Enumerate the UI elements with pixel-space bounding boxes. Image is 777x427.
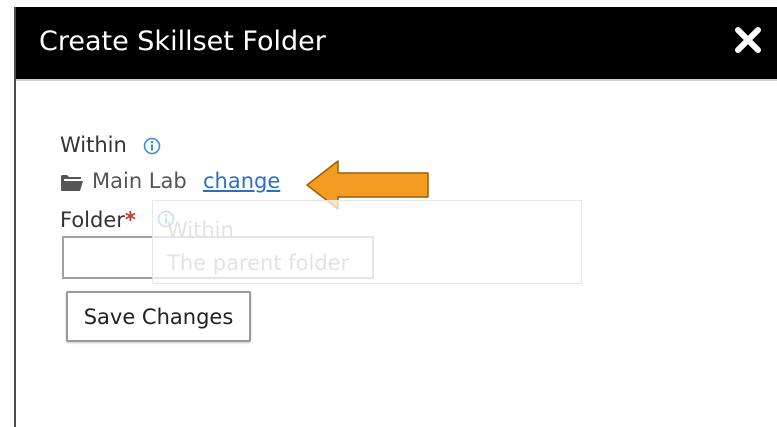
dialog-title-bar: Create Skillset Folder [16, 7, 777, 79]
title-divider [16, 79, 777, 81]
info-icon[interactable] [143, 137, 161, 155]
tooltip-body: The parent folder [167, 251, 350, 275]
folder-open-icon [61, 175, 83, 191]
close-icon[interactable] [731, 23, 765, 57]
create-skillset-folder-dialog: Create Skillset Folder Within Main Lab c… [14, 7, 777, 427]
change-folder-link[interactable]: change [203, 167, 280, 195]
folder-label: Folder* [60, 206, 136, 234]
within-label: Within [60, 133, 127, 157]
folder-label-text: Folder [60, 208, 125, 232]
required-marker: * [124, 208, 136, 232]
save-changes-button[interactable]: Save Changes [66, 291, 251, 342]
dialog-title: Create Skillset Folder [39, 26, 326, 57]
tooltip-title: Within [167, 218, 234, 242]
current-folder-name: Main Lab [92, 169, 187, 193]
info-tooltip: Within The parent folder [152, 200, 582, 284]
